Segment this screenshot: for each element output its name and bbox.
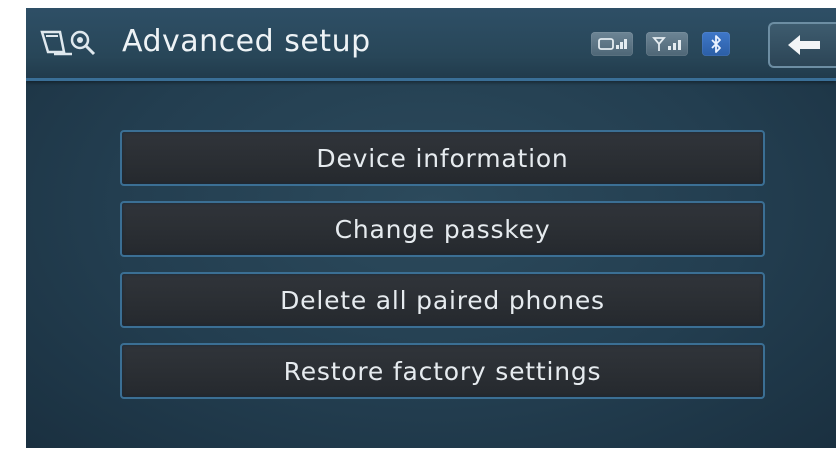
phone-settings-icon (38, 26, 98, 62)
settings-menu: Device information Change passkey Delete… (120, 130, 765, 414)
photo-frame: Advanced setup Device information Change… (0, 0, 836, 451)
menu-item-label: Delete all paired phones (280, 285, 605, 315)
back-button[interactable] (768, 22, 836, 68)
phone-signal-icon (591, 32, 633, 56)
menu-item-label: Device information (316, 143, 569, 173)
advanced-setup-screen: Advanced setup Device information Change… (26, 8, 836, 448)
bluetooth-icon (702, 32, 730, 56)
device-information-button[interactable]: Device information (120, 130, 765, 186)
delete-all-paired-phones-button[interactable]: Delete all paired phones (120, 272, 765, 328)
change-passkey-button[interactable]: Change passkey (120, 201, 765, 257)
menu-item-label: Restore factory settings (283, 356, 602, 386)
header-bar: Advanced setup (26, 8, 836, 81)
page-title: Advanced setup (122, 24, 371, 59)
menu-item-label: Change passkey (334, 214, 551, 244)
network-signal-icon (646, 32, 688, 56)
back-arrow-icon (788, 35, 820, 55)
restore-factory-settings-button[interactable]: Restore factory settings (120, 343, 765, 399)
